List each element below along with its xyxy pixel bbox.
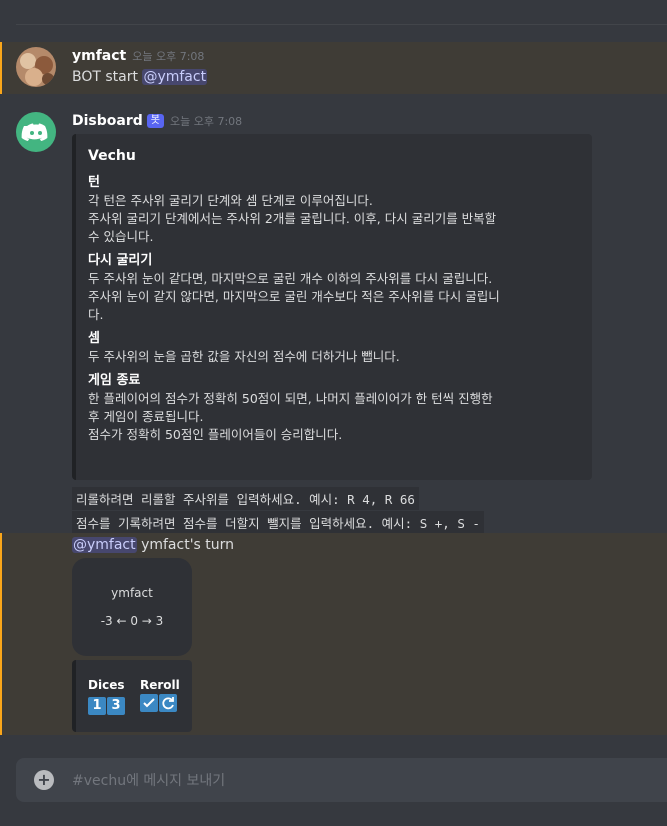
dice-3-icon: 3 xyxy=(107,697,125,715)
dice-embed: Dices 13 Reroll xyxy=(72,660,192,732)
field-value: 각 턴은 주사위 굴리기 단계와 셈 단계로 이루어집니다. 주사위 굴리기 단… xyxy=(88,193,497,244)
message-input[interactable]: #vechu에 메시지 보내기 xyxy=(72,770,225,790)
field-name: 게임 종료 xyxy=(88,373,141,388)
reroll-column: Reroll xyxy=(140,678,180,715)
score-card-score: -3 ← 0 → 3 xyxy=(100,614,164,628)
user-mention[interactable]: @ymfact xyxy=(142,69,208,85)
add-attachment-icon[interactable]: + xyxy=(34,770,54,790)
user-mention[interactable]: @ymfact xyxy=(72,537,137,553)
message-text: BOT start xyxy=(72,69,143,85)
timestamp: 오늘 오후 7:08 xyxy=(169,115,243,128)
discord-logo-avatar[interactable] xyxy=(16,112,56,152)
field-value: 한 플레이어의 점수가 정확히 50점이 되면, 나머지 플레이어가 한 턴씩 … xyxy=(88,391,493,442)
embed-field: 턴 각 턴은 주사위 굴리기 단계와 셈 단계로 이루어집니다. 주사위 굴리기… xyxy=(88,174,580,246)
inline-code: 리롤하려면 리롤할 주사위를 입력하세요. 예시: R 4, R 66 xyxy=(72,487,419,510)
field-name: 다시 굴리기 xyxy=(88,253,153,268)
author-name[interactable]: ymfact 오늘 오후 7:08 xyxy=(72,48,204,64)
score-card: ymfact -3 ← 0 → 3 xyxy=(72,558,192,656)
message-ymfact: ymfact 오늘 오후 7:08 BOT start @ymfact xyxy=(0,42,667,94)
field-value: 두 주사위의 눈을 곱한 값을 자신의 점수에 더하거나 뺍니다. xyxy=(88,349,400,364)
turn-label: ymfact's turn xyxy=(136,537,235,553)
embed-field: 다시 굴리기 두 주사위 눈이 같다면, 마지막으로 굴린 개수 이하의 주사위… xyxy=(88,252,580,324)
message-input-bar[interactable]: + #vechu에 메시지 보내기 xyxy=(16,758,667,802)
divider xyxy=(16,24,667,25)
score-card-name: ymfact xyxy=(111,586,153,600)
message-content: BOT start @ymfact xyxy=(72,69,208,85)
embed-title: Vechu xyxy=(88,148,136,164)
author-name[interactable]: Disboard 봇 오늘 오후 7:08 xyxy=(72,113,242,129)
embed-field: 게임 종료 한 플레이어의 점수가 정확히 50점이 되면, 나머지 플레이어가… xyxy=(88,372,580,444)
embed-field: 셈 두 주사위의 눈을 곱한 값을 자신의 점수에 더하거나 뺍니다. xyxy=(88,330,580,366)
field-name: 턴 xyxy=(88,175,100,190)
field-name: 셈 xyxy=(88,331,100,346)
discord-icon xyxy=(21,123,48,141)
dice-1-icon: 1 xyxy=(88,697,106,715)
avatar[interactable] xyxy=(16,47,56,87)
dices-label: Dices xyxy=(88,678,125,692)
author-label[interactable]: ymfact xyxy=(72,48,126,64)
rules-embed: Vechu 턴 각 턴은 주사위 굴리기 단계와 셈 단계로 이루어집니다. 주… xyxy=(72,134,592,480)
reroll-label: Reroll xyxy=(140,678,180,692)
refresh-icon[interactable] xyxy=(159,694,177,712)
check-icon[interactable] xyxy=(140,694,158,712)
author-label[interactable]: Disboard xyxy=(72,113,143,129)
timestamp: 오늘 오후 7:08 xyxy=(132,50,205,63)
bot-badge: 봇 xyxy=(146,114,164,128)
turn-text: @ymfact ymfact's turn xyxy=(72,537,234,553)
dices-column: Dices 13 xyxy=(88,678,126,715)
field-value: 두 주사위 눈이 같다면, 마지막으로 굴린 개수 이하의 주사위를 다시 굴립… xyxy=(88,271,500,322)
inline-code: 점수를 기록하려면 점수를 더할지 뺄지를 입력하세요. 예시: S +, S … xyxy=(72,511,484,534)
